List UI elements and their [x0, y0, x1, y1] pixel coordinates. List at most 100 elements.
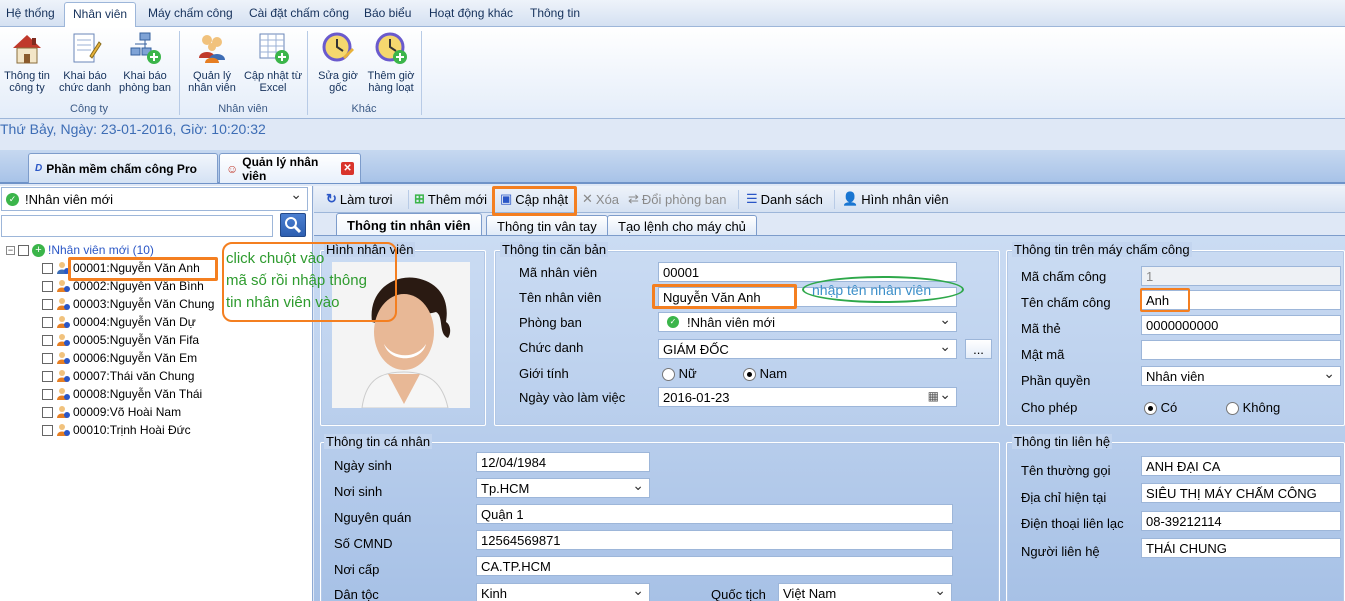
- list-button[interactable]: ☰ Danh sách: [746, 191, 823, 207]
- start-date-picker[interactable]: 2016-01-23 ▦: [658, 387, 957, 407]
- tree-employee-item[interactable]: 00007:Thái văn Chung: [42, 369, 194, 383]
- tree-employee-item[interactable]: 00006:Nguyễn Văn Em: [42, 351, 197, 365]
- employee-checkbox[interactable]: [42, 280, 53, 292]
- job-title-more-button[interactable]: ...: [965, 339, 992, 359]
- app-window: Hệ thống Nhân viên Máy chấm công Cài đặt…: [0, 0, 1345, 601]
- phone-field[interactable]: 08-39212114: [1141, 511, 1341, 531]
- collapse-icon[interactable]: −: [6, 245, 15, 255]
- gender-female-option[interactable]: Nữ: [662, 366, 697, 382]
- allow-yes-radio[interactable]: [1144, 402, 1157, 416]
- allow-yes-option[interactable]: Có: [1144, 400, 1177, 416]
- move-icon: ⇄: [628, 191, 639, 206]
- machine-id-field[interactable]: 1: [1141, 266, 1341, 286]
- pob-label: Nơi sinh: [334, 484, 383, 499]
- job-title-button[interactable]: Khai báo chức danh: [58, 30, 112, 94]
- department-button[interactable]: Khai báo phòng ban: [118, 30, 172, 94]
- tree-employee-item[interactable]: 00010:Trịnh Hoài Đức: [42, 423, 191, 437]
- edit-time-button[interactable]: Sửa giờ gốc: [314, 30, 362, 94]
- password-field[interactable]: [1141, 340, 1341, 360]
- department-field[interactable]: ✓ !Nhân viên mới: [658, 312, 957, 332]
- contact-person-field[interactable]: THÁI CHUNG: [1141, 538, 1341, 558]
- nickname-field[interactable]: ANH ĐẠI CA: [1141, 456, 1341, 476]
- menu-tab-settings[interactable]: Cài đặt chấm công: [249, 6, 349, 20]
- tree-employee-item[interactable]: 00008:Nguyễn Văn Thái: [42, 387, 202, 401]
- document-edit-icon: [68, 30, 102, 66]
- photo-button[interactable]: 👤 Hình nhân viên: [842, 191, 949, 207]
- import-excel-button[interactable]: Cập nhật từ Excel: [242, 30, 304, 94]
- search-button[interactable]: [280, 213, 306, 237]
- dob-field[interactable]: 12/04/1984: [476, 452, 650, 472]
- employee-checkbox[interactable]: [42, 352, 53, 364]
- doc-tab-employee-mgmt[interactable]: ☺ Quản lý nhân viên ✕: [219, 153, 361, 183]
- check-circle-icon: ✓: [667, 316, 679, 328]
- manage-employee-label-1: Quản lý: [193, 70, 231, 82]
- menu-tab-info[interactable]: Thông tin: [530, 6, 580, 20]
- employee-checkbox[interactable]: [42, 388, 53, 400]
- tree-employee-item[interactable]: 00005:Nguyễn Văn Fifa: [42, 333, 199, 347]
- employee-checkbox[interactable]: [42, 406, 53, 418]
- allow-no-option[interactable]: Không: [1226, 400, 1281, 416]
- search-input[interactable]: [1, 215, 273, 237]
- gender-male-option[interactable]: Nam: [743, 366, 787, 382]
- user-icon: [56, 351, 70, 365]
- department-select[interactable]: ✓ !Nhân viên mới: [1, 186, 308, 211]
- tree-employee-item[interactable]: 00003:Nguyễn Văn Chung: [42, 297, 214, 311]
- import-excel-label-1: Cập nhật từ: [243, 70, 303, 82]
- employee-checkbox[interactable]: [42, 370, 53, 382]
- tab-fingerprint[interactable]: Thông tin vân tay: [486, 215, 608, 237]
- hometown-field[interactable]: Quận 1: [476, 504, 953, 524]
- app-logo-icon: D: [35, 163, 43, 174]
- employee-checkbox[interactable]: [42, 334, 53, 346]
- tree-root-checkbox[interactable]: [18, 244, 29, 256]
- card-number-field[interactable]: 0000000000: [1141, 315, 1341, 335]
- bulk-add-time-button[interactable]: Thêm giờ hàng loạt: [364, 30, 418, 94]
- password-label: Mật mã: [1021, 347, 1065, 362]
- delete-button[interactable]: ✕ Xóa: [582, 191, 619, 207]
- menu-tab-reports[interactable]: Báo biểu: [364, 6, 411, 20]
- refresh-button[interactable]: ↻ Làm tươi: [326, 191, 393, 207]
- change-dept-button[interactable]: ⇄ Đổi phòng ban: [628, 191, 726, 207]
- employee-checkbox[interactable]: [42, 262, 53, 274]
- add-button[interactable]: ⊞ Thêm mới: [414, 191, 487, 207]
- male-radio[interactable]: [743, 368, 756, 382]
- refresh-label: Làm tươi: [339, 191, 393, 207]
- employee-label: 00009:Võ Hoài Nam: [73, 405, 182, 419]
- tab-server-command[interactable]: Tạo lệnh cho máy chủ: [607, 215, 757, 237]
- toolbar-separator: [738, 190, 739, 209]
- tree-employee-item[interactable]: 00004:Nguyễn Văn Dự: [42, 315, 196, 329]
- doc-tab-software[interactable]: D Phần mềm chấm công Pro: [28, 153, 218, 183]
- menu-tab-machine[interactable]: Máy chấm công: [148, 6, 233, 20]
- menu-tab-system[interactable]: Hệ thống: [6, 6, 55, 20]
- department-field-value: !Nhân viên mới: [687, 314, 776, 330]
- department-label-1: Khai báo: [123, 70, 167, 82]
- annotation-line-2: mã số rồi nhập thông: [226, 272, 367, 289]
- id-number-field[interactable]: 12564569871: [476, 530, 953, 550]
- employee-checkbox[interactable]: [42, 316, 53, 328]
- ethnicity-select[interactable]: Kinh: [476, 583, 650, 601]
- job-title-select[interactable]: GIÁM ĐỐC: [658, 339, 957, 359]
- nationality-select[interactable]: Việt Nam: [778, 583, 952, 601]
- content-tab-bar: Thông tin nhân viên Thông tin vân tay Tạ…: [314, 213, 1345, 237]
- allow-no-radio[interactable]: [1226, 402, 1239, 416]
- tree-employee-item[interactable]: 00009:Võ Hoài Nam: [42, 405, 181, 419]
- pob-select[interactable]: Tp.HCM: [476, 478, 650, 498]
- issued-place-field[interactable]: CA.TP.HCM: [476, 556, 953, 576]
- employee-checkbox[interactable]: [42, 298, 53, 310]
- allow-no-label: Không: [1242, 400, 1281, 415]
- address-field[interactable]: SIÊU THỊ MÁY CHẤM CÔNG: [1141, 483, 1341, 503]
- card-number-label: Mã thẻ: [1021, 321, 1061, 336]
- menu-tab-other[interactable]: Hoạt động khác: [429, 6, 513, 20]
- house-icon: [10, 30, 44, 66]
- clock-add-icon: [374, 30, 408, 66]
- menu-tab-employee[interactable]: Nhân viên: [64, 2, 137, 28]
- annotation-line-1: click chuột vào: [226, 250, 325, 267]
- company-info-button[interactable]: Thông tin công ty: [2, 30, 52, 94]
- female-radio[interactable]: [662, 368, 675, 382]
- tree-employee-item[interactable]: 00002:Nguyễn Văn Bình: [42, 279, 204, 293]
- employee-checkbox[interactable]: [42, 424, 53, 436]
- tree-root-node[interactable]: − + !Nhân viên mới (10): [6, 243, 154, 257]
- role-select[interactable]: Nhân viên: [1141, 366, 1341, 386]
- manage-employee-button[interactable]: Quản lý nhân viên: [186, 30, 238, 94]
- tab-employee-info[interactable]: Thông tin nhân viên: [336, 213, 482, 237]
- close-icon[interactable]: ✕: [341, 162, 354, 175]
